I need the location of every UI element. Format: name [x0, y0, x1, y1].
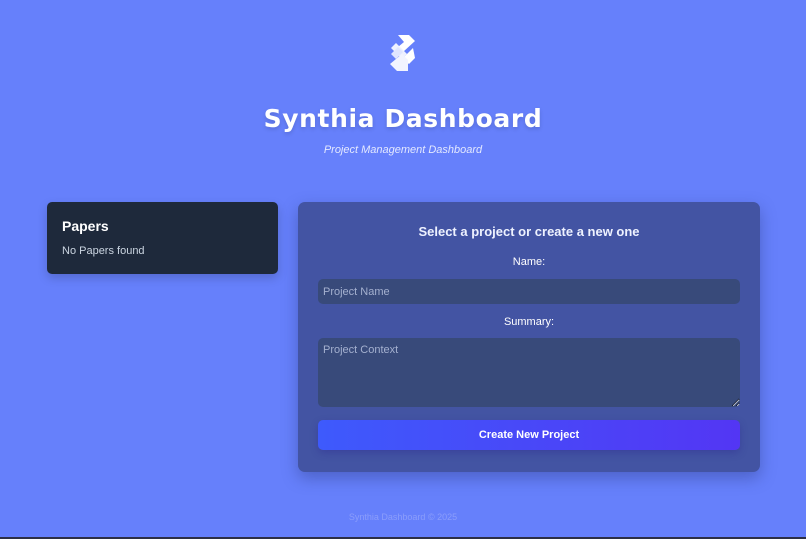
project-name-input[interactable]: [318, 279, 740, 304]
page-title: Synthia Dashboard: [263, 104, 543, 133]
papers-empty-message: No Papers found: [62, 245, 145, 257]
s-logo-glyph-icon: [390, 35, 415, 71]
project-form-panel: Select a project or create a new one Nam…: [298, 202, 760, 472]
papers-panel: Papers No Papers found: [47, 202, 278, 274]
project-context-textarea[interactable]: [318, 338, 740, 407]
dashboard-page: Synthia Dashboard Project Management Das…: [0, 0, 806, 539]
synthia-logo-icon: [389, 34, 417, 72]
footer-copyright: Synthia Dashboard © 2025: [348, 512, 458, 522]
summary-label: Summary:: [503, 316, 555, 328]
project-form-heading: Select a project or create a new one: [418, 224, 640, 239]
create-new-project-button[interactable]: Create New Project: [318, 420, 740, 450]
page-subtitle: Project Management Dashboard: [323, 144, 483, 156]
papers-title: Papers: [62, 218, 109, 234]
name-label: Name:: [512, 256, 546, 268]
